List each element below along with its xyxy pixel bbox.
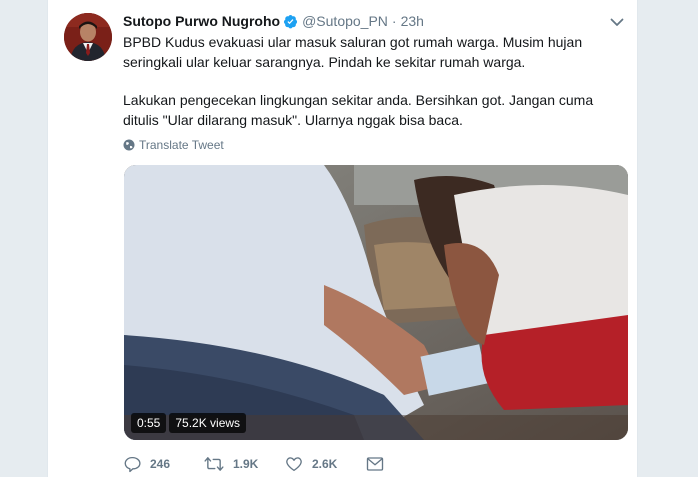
- video-frame: [124, 165, 628, 440]
- video-info-badge: 0:55 75.2K views: [131, 413, 249, 433]
- like-icon: [286, 457, 302, 472]
- globe-icon: [123, 139, 135, 151]
- tweet-paragraph: Lakukan pengecekan lingkungan sekitar an…: [123, 92, 594, 128]
- avatar[interactable]: [64, 13, 112, 61]
- translate-label: Translate Tweet: [139, 138, 224, 152]
- tweet-timestamp[interactable]: 23h: [401, 12, 424, 30]
- author-name[interactable]: Sutopo Purwo Nugroho: [123, 12, 280, 30]
- reply-count: 246: [150, 457, 171, 471]
- tweet-card[interactable]: Sutopo Purwo Nugroho @Sutopo_PN · 23h BP…: [47, 0, 638, 477]
- retweet-icon: [204, 457, 224, 471]
- video-player[interactable]: 0:55 75.2K views: [124, 165, 628, 440]
- reply-icon: [124, 456, 141, 473]
- direct-message-button[interactable]: [366, 456, 447, 472]
- avatar-image: [64, 13, 112, 61]
- video-views: 75.2K views: [169, 413, 247, 433]
- like-count: 2.6K: [312, 457, 338, 471]
- translate-tweet-link[interactable]: Translate Tweet: [123, 138, 224, 152]
- tweet-text: BPBD Kudus evakuasi ular masuk saluran g…: [123, 33, 623, 130]
- retweet-button[interactable]: 1.9K: [204, 455, 285, 473]
- video-duration: 0:55: [131, 413, 167, 433]
- tweet-paragraph: BPBD Kudus evakuasi ular masuk saluran g…: [123, 34, 583, 70]
- header-separator: ·: [391, 13, 397, 29]
- tweet-actions: 246 1.9K 2.6K: [123, 455, 447, 473]
- verified-badge-icon: [284, 14, 298, 28]
- like-button[interactable]: 2.6K: [285, 455, 366, 473]
- retweet-count: 1.9K: [233, 457, 259, 471]
- author-handle[interactable]: @Sutopo_PN: [302, 12, 388, 30]
- chevron-down-icon[interactable]: [609, 14, 625, 30]
- tweet-header: Sutopo Purwo Nugroho @Sutopo_PN · 23h: [123, 12, 424, 30]
- message-icon: [366, 457, 384, 471]
- reply-button[interactable]: 246: [123, 455, 204, 473]
